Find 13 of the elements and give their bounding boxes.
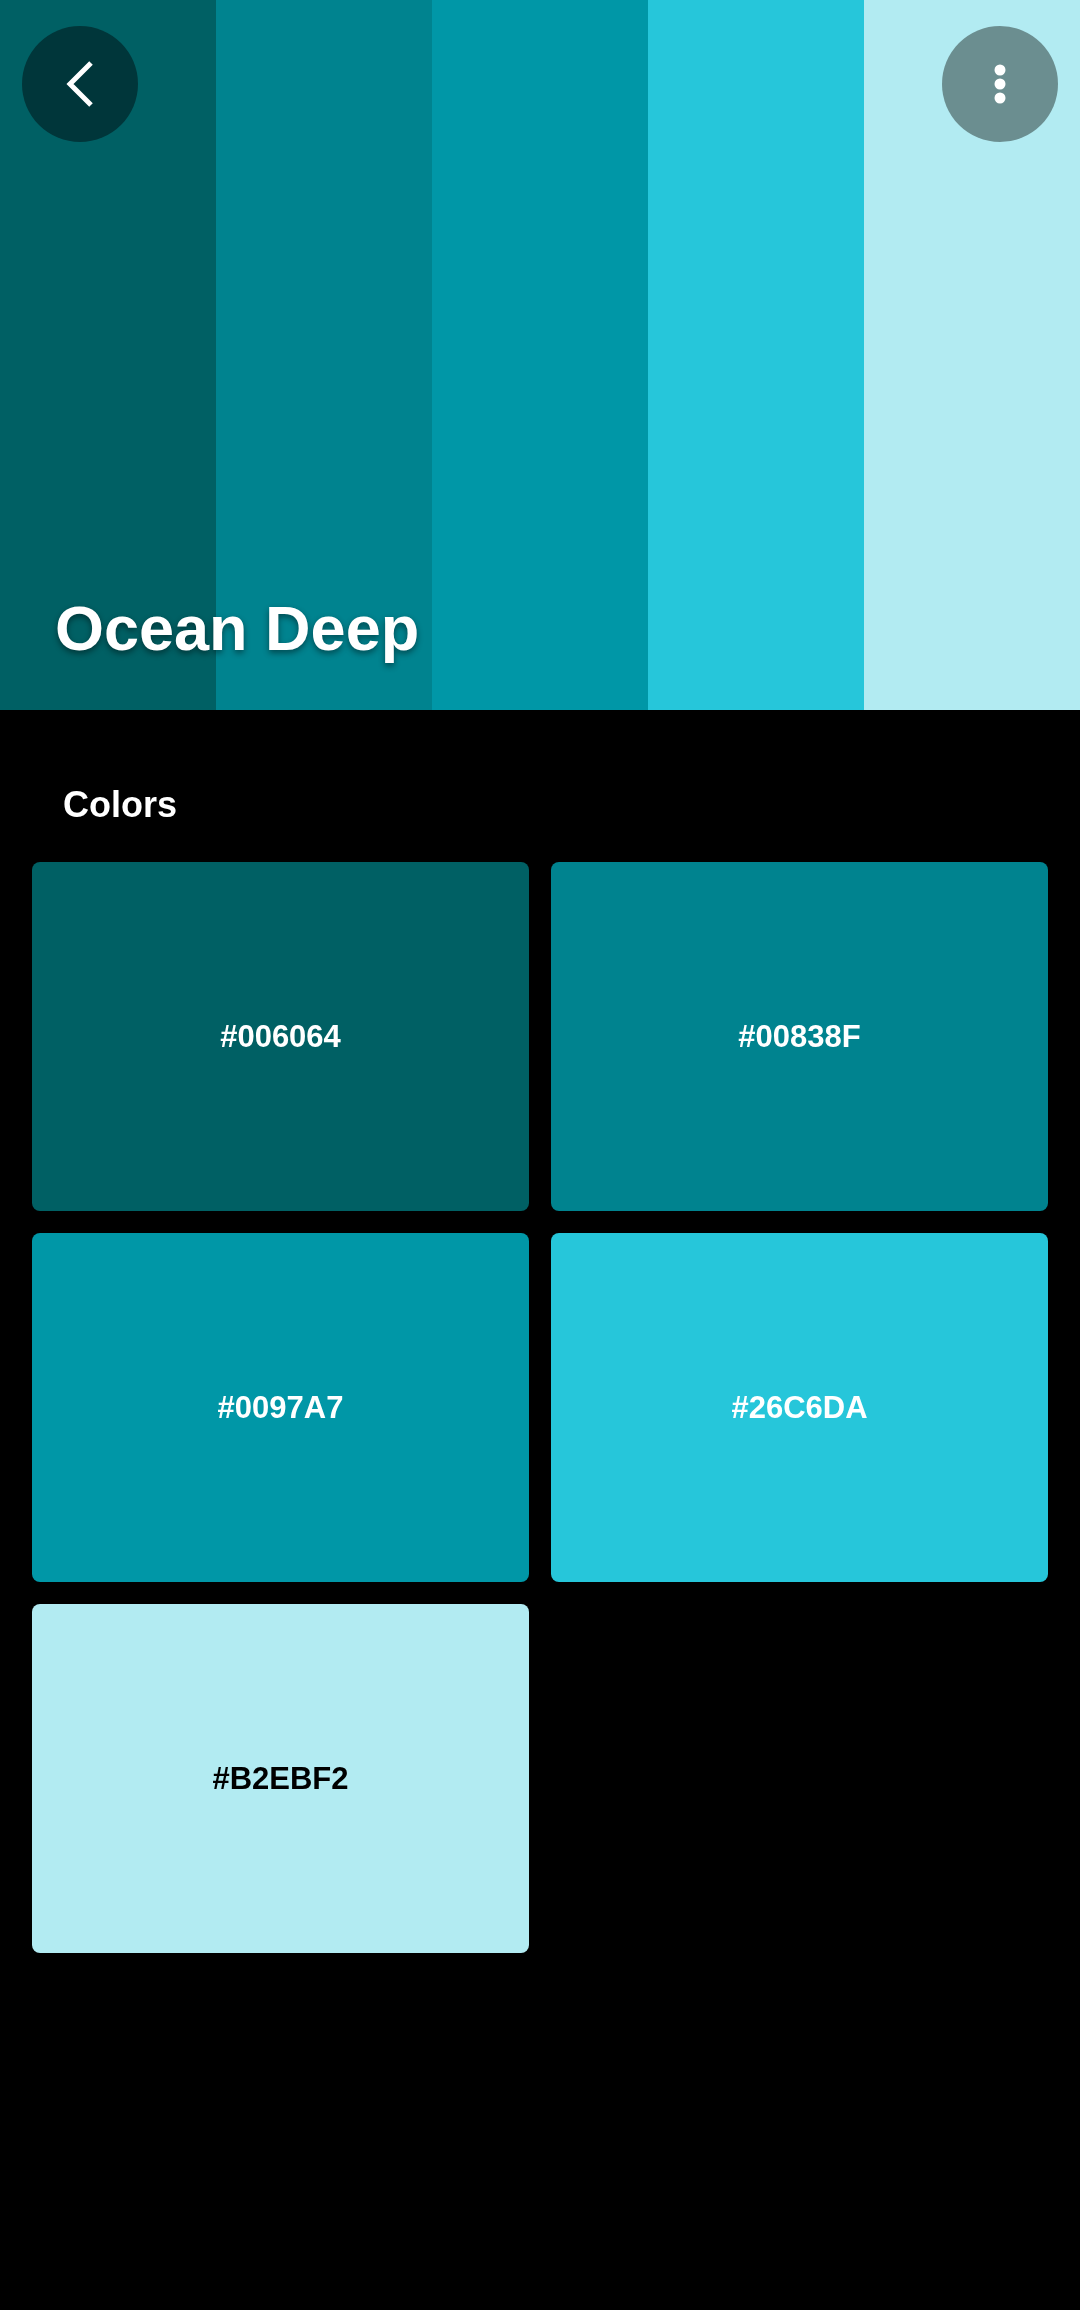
color-card[interactable]: #00838F xyxy=(551,862,1048,1211)
section-title: Colors xyxy=(63,783,177,827)
chevron-left-icon xyxy=(66,61,94,107)
hex-code: #26C6DA xyxy=(731,1389,868,1426)
hex-code: #006064 xyxy=(220,1018,341,1055)
color-card[interactable]: #0097A7 xyxy=(32,1233,529,1582)
hex-code: #B2EBF2 xyxy=(212,1760,349,1797)
color-card[interactable]: #B2EBF2 xyxy=(32,1604,529,1953)
more-vertical-icon xyxy=(994,64,1006,104)
palette-title: Ocean Deep xyxy=(55,594,420,664)
hex-code: #0097A7 xyxy=(217,1389,344,1426)
color-card[interactable]: #006064 xyxy=(32,862,529,1211)
hex-code: #00838F xyxy=(738,1018,861,1055)
